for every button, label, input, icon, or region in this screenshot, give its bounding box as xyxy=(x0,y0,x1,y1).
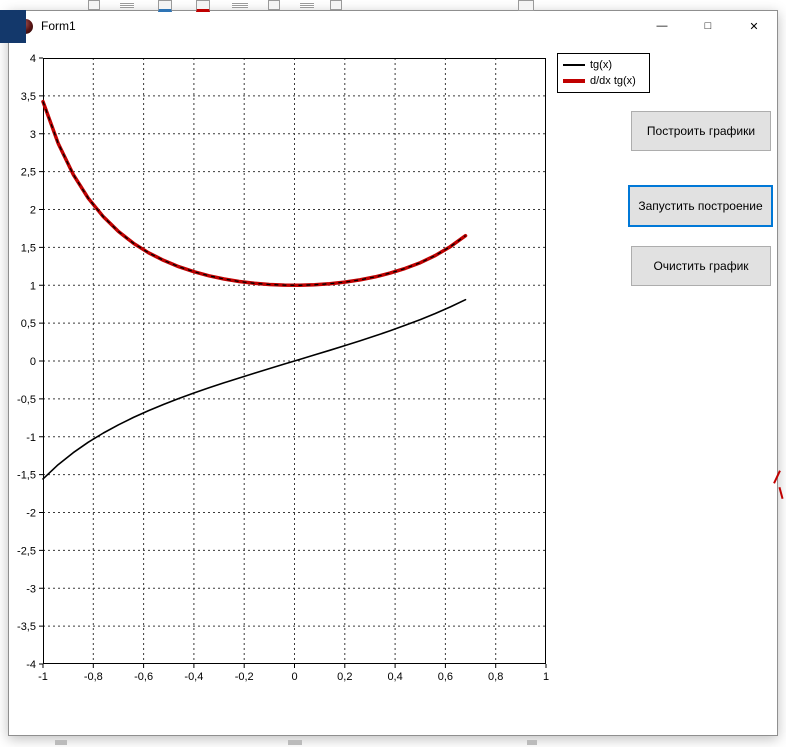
svg-text:-1,5: -1,5 xyxy=(17,470,36,482)
svg-text:0,6: 0,6 xyxy=(438,671,453,683)
svg-text:1: 1 xyxy=(30,280,36,292)
legend-label: d/dx tg(x) xyxy=(590,75,636,87)
background-toolbar-fragment xyxy=(196,0,210,12)
background-app-block xyxy=(0,10,26,43)
background-toolbar-fragment xyxy=(158,0,172,12)
form-window: Form1 — □ ✕ -1 -0,8 -0,6 -0,4 -0,2 0 0,2 0,4 0,6… xyxy=(8,10,778,736)
svg-text:1: 1 xyxy=(543,671,549,683)
svg-text:2,5: 2,5 xyxy=(21,167,36,179)
plot-graphs-button[interactable]: Построить графики xyxy=(631,111,771,151)
background-toolbar-fragment xyxy=(518,0,534,11)
svg-text:-2: -2 xyxy=(26,508,36,520)
svg-text:-0,8: -0,8 xyxy=(84,671,103,683)
svg-text:-0,5: -0,5 xyxy=(17,394,36,406)
background-toolbar-fragment xyxy=(88,0,100,10)
legend-line-sample-tg xyxy=(563,64,585,66)
chart-legend: tg(x) d/dx tg(x) xyxy=(557,53,650,93)
chart-svg: -1-0,8-0,6-0,4-0,200,20,40,60,81-4-3,5-3… xyxy=(43,58,546,664)
maximize-button[interactable]: □ xyxy=(685,11,731,41)
window-title: Form1 xyxy=(41,19,76,33)
svg-text:-1: -1 xyxy=(26,432,36,444)
svg-text:-4: -4 xyxy=(26,659,36,671)
legend-line-sample-ddx xyxy=(563,79,585,83)
svg-text:-3: -3 xyxy=(26,583,36,595)
svg-text:0: 0 xyxy=(291,671,297,683)
svg-text:4: 4 xyxy=(30,53,36,65)
svg-text:3: 3 xyxy=(30,129,36,141)
svg-text:0,5: 0,5 xyxy=(21,318,36,330)
client-area: -1 -0,8 -0,6 -0,4 -0,2 0 0,2 0,4 0,6 0,8 1 -4 -3,5 -3… xyxy=(9,41,777,735)
background-toolbar-fragment xyxy=(232,2,248,8)
background-toolbar-fragment xyxy=(330,0,342,10)
background-toolbar-fragment xyxy=(300,2,314,8)
chart-area: -1-0,8-0,6-0,4-0,200,20,40,60,81-4-3,5-3… xyxy=(43,58,546,664)
background-bottom-fragment xyxy=(527,740,537,745)
minimize-button[interactable]: — xyxy=(639,11,685,41)
svg-text:1,5: 1,5 xyxy=(21,242,36,254)
background-bottom-fragment xyxy=(288,740,302,745)
background-bottom-fragment xyxy=(55,740,67,745)
svg-text:-0,6: -0,6 xyxy=(134,671,153,683)
svg-text:0,4: 0,4 xyxy=(387,671,402,683)
background-toolbar-fragment xyxy=(268,0,280,10)
legend-item-tg: tg(x) xyxy=(563,57,644,73)
close-button[interactable]: ✕ xyxy=(731,11,777,41)
svg-text:-0,2: -0,2 xyxy=(235,671,254,683)
legend-label: tg(x) xyxy=(590,59,612,71)
svg-text:-1: -1 xyxy=(38,671,48,683)
title-bar[interactable]: Form1 — □ ✕ xyxy=(9,11,777,41)
svg-text:-3,5: -3,5 xyxy=(17,621,36,633)
background-red-mark xyxy=(778,487,783,499)
clear-graph-button[interactable]: Очистить график xyxy=(631,246,771,286)
legend-item-ddx: d/dx tg(x) xyxy=(563,73,644,89)
svg-text:-2,5: -2,5 xyxy=(17,545,36,557)
start-plotting-button[interactable]: Запустить построение xyxy=(628,185,773,227)
caption-buttons: — □ ✕ xyxy=(639,11,777,41)
svg-text:0,8: 0,8 xyxy=(488,671,503,683)
svg-text:0,2: 0,2 xyxy=(337,671,352,683)
svg-text:3,5: 3,5 xyxy=(21,91,36,103)
svg-text:-0,4: -0,4 xyxy=(184,671,203,683)
svg-text:0: 0 xyxy=(30,356,36,368)
svg-text:2: 2 xyxy=(30,205,36,217)
background-toolbar-fragment xyxy=(120,2,134,8)
